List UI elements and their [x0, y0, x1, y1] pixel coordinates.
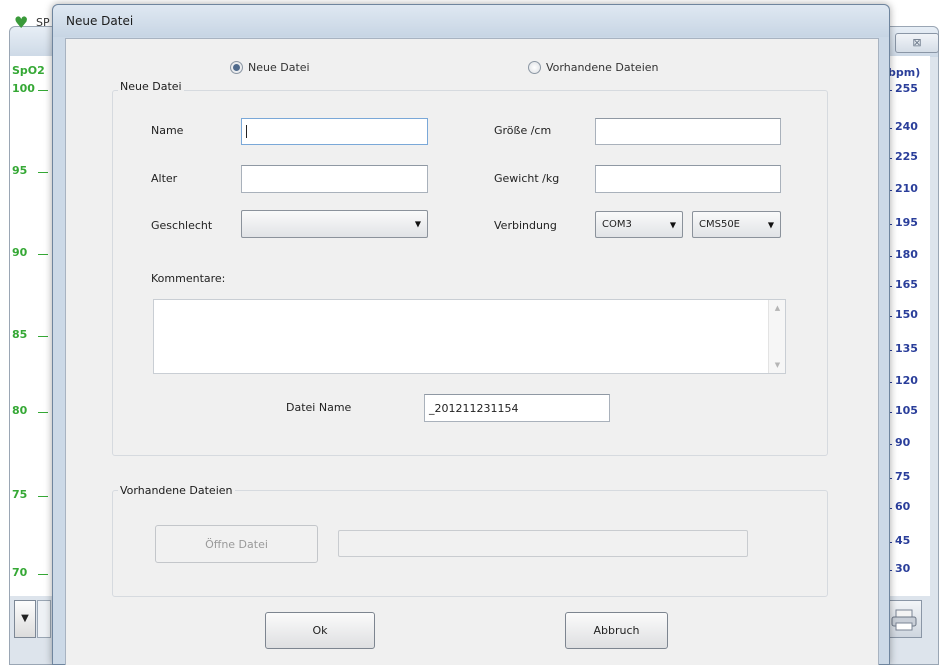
radio-new-file-label: Neue Datei: [248, 61, 310, 74]
spo2-axis: [10, 56, 54, 596]
spo2-tick-mark: [38, 336, 48, 337]
pulse-tick-label: 135: [895, 342, 918, 355]
chevron-down-icon: ▼: [669, 220, 676, 229]
name-label: Name: [151, 124, 184, 137]
pulse-tick-label: 195: [895, 216, 918, 229]
background-control: [37, 600, 51, 638]
new-file-group-title: Neue Datei: [118, 80, 184, 93]
spo2-tick-label: 75: [12, 488, 28, 501]
weight-label: Gewicht /kg: [494, 172, 560, 185]
port-select[interactable]: COM3 ▼: [595, 211, 683, 238]
spo2-tick-label: 85: [12, 328, 28, 341]
pulse-tick-label: 240: [895, 120, 918, 133]
background-close-button[interactable]: ⊠: [895, 33, 939, 53]
scroll-down-icon[interactable]: ▼: [769, 361, 786, 369]
spo2-tick-label: 100: [12, 82, 35, 95]
existing-file-path-field[interactable]: [338, 530, 748, 557]
filename-label: Datei Name: [286, 401, 352, 414]
comments-label: Kommentare:: [151, 272, 226, 285]
pulse-tick-label: 120: [895, 374, 918, 387]
pulse-axis-header: bpm): [888, 66, 921, 79]
spo2-tick-mark: [38, 90, 48, 91]
scroll-up-icon[interactable]: ▲: [769, 304, 786, 312]
pulse-tick-label: 150: [895, 308, 918, 321]
name-input[interactable]: [241, 118, 428, 145]
ok-button[interactable]: Ok: [265, 612, 375, 649]
pulse-tick-label: 210: [895, 182, 918, 195]
pulse-tick-label: 255: [895, 82, 918, 95]
device-select[interactable]: CMS50E ▼: [692, 211, 781, 238]
existing-files-group-title: Vorhandene Dateien: [118, 484, 235, 497]
height-label: Größe /cm: [494, 124, 552, 137]
filename-input[interactable]: _201211231154: [424, 394, 610, 422]
text-caret: [246, 125, 247, 138]
pulse-tick-label: 60: [895, 500, 911, 513]
pulse-tick-label: 30: [895, 562, 911, 575]
pulse-tick-label: 165: [895, 278, 918, 291]
spo2-tick-mark: [38, 254, 48, 255]
dialog-title: Neue Datei: [66, 14, 134, 28]
age-label: Alter: [151, 172, 178, 185]
screen: ⊠ ♥ SP SpO2 100 95 90 85 80 75 70 bpm) 255 240 2…: [0, 0, 939, 665]
open-file-button[interactable]: Öffne Datei: [155, 525, 318, 563]
spo2-tick-mark: [38, 412, 48, 413]
spo2-tick-label: 90: [12, 246, 28, 259]
background-app-title: SP: [36, 16, 50, 29]
pulse-tick-label: 225: [895, 150, 918, 163]
age-input[interactable]: [241, 165, 428, 193]
heart-icon: ♥: [14, 13, 29, 32]
spo2-tick-label: 80: [12, 404, 28, 417]
radio-existing-files[interactable]: Vorhandene Dateien: [528, 61, 659, 74]
chevron-down-icon: ▼: [414, 219, 421, 229]
height-input[interactable]: [595, 118, 781, 145]
connection-label: Verbindung: [494, 219, 557, 232]
background-dropdown-button[interactable]: ▼: [14, 600, 36, 638]
pulse-tick-label: 90: [895, 436, 911, 449]
spo2-tick-label: 70: [12, 566, 28, 579]
spo2-tick-mark: [38, 496, 48, 497]
gender-select[interactable]: ▼: [241, 210, 428, 238]
spo2-tick-mark: [38, 574, 48, 575]
pulse-tick-label: 45: [895, 534, 911, 547]
radio-checked-icon: [230, 61, 243, 74]
radio-new-file[interactable]: Neue Datei: [230, 61, 310, 74]
weight-input[interactable]: [595, 165, 781, 193]
dialog-titlebar: Neue Datei: [53, 5, 889, 37]
radio-unchecked-icon: [528, 61, 541, 74]
pulse-tick-label: 75: [895, 470, 911, 483]
comments-textarea[interactable]: ▲ ▼: [153, 299, 786, 374]
cancel-button[interactable]: Abbruch: [565, 612, 668, 649]
spo2-axis-header: SpO2: [12, 64, 45, 77]
comments-scrollbar[interactable]: ▲ ▼: [768, 300, 785, 373]
chevron-down-icon: ▼: [767, 220, 774, 229]
spo2-tick-label: 95: [12, 164, 28, 177]
pulse-tick-label: 105: [895, 404, 918, 417]
pulse-tick-label: 180: [895, 248, 918, 261]
gender-label: Geschlecht: [151, 219, 213, 232]
spo2-tick-mark: [38, 172, 48, 173]
radio-existing-files-label: Vorhandene Dateien: [546, 61, 659, 74]
